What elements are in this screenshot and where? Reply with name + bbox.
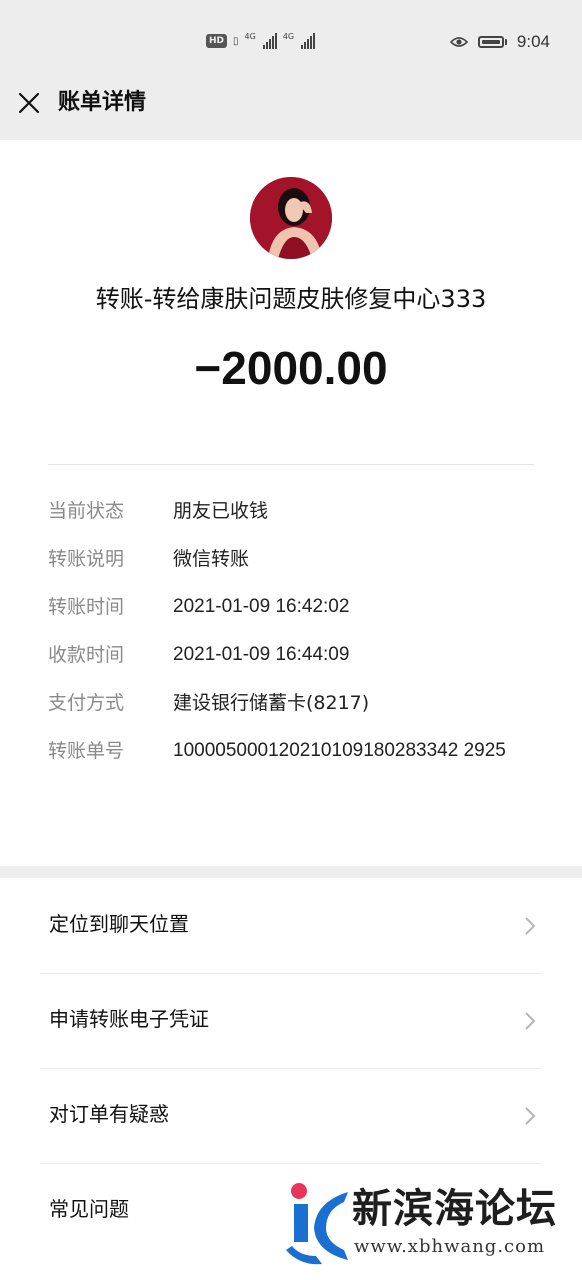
status-bar: HD ▯ 4G 4G 9:04	[0, 0, 582, 86]
locate-in-chat-button[interactable]: 定位到聊天位置	[40, 878, 542, 973]
signal-strength-icon	[262, 33, 277, 49]
action-label: 申请转账电子凭证	[49, 1007, 209, 1031]
network-type-label-1: 4G	[244, 32, 256, 41]
action-label: 对订单有疑惑	[49, 1102, 169, 1126]
battery-icon	[477, 36, 507, 48]
chevron-right-icon	[525, 1107, 536, 1125]
request-e-voucher-button[interactable]: 申请转账电子凭证	[40, 973, 542, 1068]
detail-value: 建设银行储蓄卡(8217)	[173, 692, 370, 714]
detail-label: 当前状态	[48, 500, 125, 522]
detail-value: 2021-01-09 16:44:09	[173, 644, 350, 665]
detail-row-transfer-time: 转账时间 2021-01-09 16:42:02	[48, 592, 548, 622]
chevron-right-icon	[525, 917, 536, 935]
payee-avatar	[250, 177, 332, 259]
status-right: 9:04	[449, 32, 550, 52]
detail-value: 微信转账	[173, 548, 250, 570]
watermark-url: www.xbhwang.com	[354, 1236, 546, 1257]
status-time: 9:04	[516, 32, 550, 51]
divider	[48, 464, 534, 465]
transaction-title: 转账-转给康肤问题皮肤修复中心333	[95, 285, 487, 313]
nav-bar: 账单详情	[0, 86, 582, 140]
watermark-text: 新滨海论坛	[352, 1186, 557, 1232]
detail-row-payment-method: 支付方式 建设银行储蓄卡(8217)	[48, 688, 548, 718]
chevron-right-icon	[525, 1012, 536, 1030]
detail-list: 当前状态 朋友已收钱 转账说明 微信转账 转账时间 2021-01-09 16:…	[48, 496, 548, 784]
detail-value: 朋友已收钱	[173, 500, 269, 522]
detail-row-description: 转账说明 微信转账	[48, 544, 548, 574]
eye-comfort-icon	[449, 37, 468, 47]
page-title: 账单详情	[58, 90, 147, 115]
order-question-button[interactable]: 对订单有疑惑	[40, 1068, 542, 1163]
detail-label: 收款时间	[48, 644, 125, 666]
detail-label: 支付方式	[48, 692, 125, 714]
detail-row-receive-time: 收款时间 2021-01-09 16:44:09	[48, 640, 548, 670]
transaction-amount: −2000.00	[194, 342, 388, 394]
signal-strength-icon-2	[301, 33, 316, 49]
detail-label: 转账单号	[48, 740, 125, 762]
detail-row-status: 当前状态 朋友已收钱	[48, 496, 548, 526]
detail-value-transfer-number: 100005000120210109180283342 2925	[173, 740, 506, 761]
site-watermark: 新滨海论坛 www.xbhwang.com	[286, 1180, 576, 1268]
detail-label: 转账说明	[48, 548, 125, 570]
watermark-logo-icon	[286, 1183, 348, 1265]
action-label: 定位到聊天位置	[49, 912, 189, 936]
detail-label: 转账时间	[48, 596, 125, 618]
network-type-label-2: 4G	[282, 32, 295, 41]
volte-icon: ▯	[233, 35, 239, 47]
detail-value: 2021-01-09 16:42:02	[173, 596, 350, 617]
action-label: 常见问题	[49, 1197, 129, 1221]
hd-voice-badge: HD	[206, 34, 228, 48]
detail-row-transfer-number: 转账单号 100005000120210109180283342 2925	[48, 736, 548, 766]
transaction-card: 转账-转给康肤问题皮肤修复中心333 −2000.00 当前状态 朋友已收钱 转…	[0, 140, 582, 866]
signal-group: HD ▯ 4G 4G	[206, 32, 316, 49]
close-icon[interactable]	[14, 88, 44, 118]
